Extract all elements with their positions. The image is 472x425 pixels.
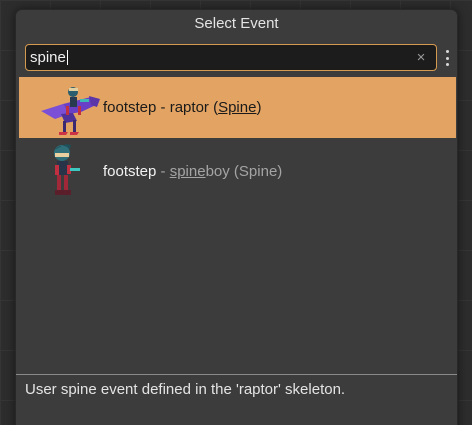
raptor-rider-icon — [41, 87, 100, 135]
search-value: spine — [30, 49, 66, 66]
event-row-label: footstep - raptor (Spine) — [103, 99, 261, 117]
search-input[interactable]: spine × — [25, 44, 437, 71]
event-row-spineboy[interactable]: footstep - spineboy (Spine) — [19, 141, 456, 202]
skeleton-name-rest: boy — [205, 163, 230, 180]
spineboy-icon — [54, 144, 80, 195]
source-suffix: (Spine) — [229, 163, 283, 180]
source-open-paren: ( — [208, 99, 219, 116]
skeleton-match-highlight: spine — [169, 163, 206, 180]
search-input-text[interactable]: spine — [30, 49, 68, 66]
event-description: User spine event defined in the 'raptor'… — [25, 381, 346, 398]
event-separator: - — [156, 99, 170, 116]
event-row-raptor[interactable]: footstep - raptor (Spine) — [19, 77, 456, 138]
more-options-icon[interactable] — [440, 48, 454, 68]
text-caret — [66, 50, 68, 65]
dialog-title: Select Event — [194, 15, 279, 32]
event-row-label: footstep - spineboy (Spine) — [103, 163, 282, 181]
event-separator: - — [156, 163, 170, 180]
event-results-list: footstep - raptor (Spine) footstep - spi… — [19, 77, 456, 373]
description-divider — [16, 374, 457, 375]
event-name: footstep — [103, 163, 157, 180]
source-close-paren: ) — [256, 99, 262, 116]
event-name: footstep — [103, 99, 157, 116]
source-match-highlight: Spine — [218, 99, 257, 116]
skeleton-name: raptor — [169, 99, 209, 116]
select-event-dialog: Select Event spine × footstep - raptor (… — [15, 9, 458, 425]
clear-search-icon[interactable]: × — [413, 49, 429, 66]
